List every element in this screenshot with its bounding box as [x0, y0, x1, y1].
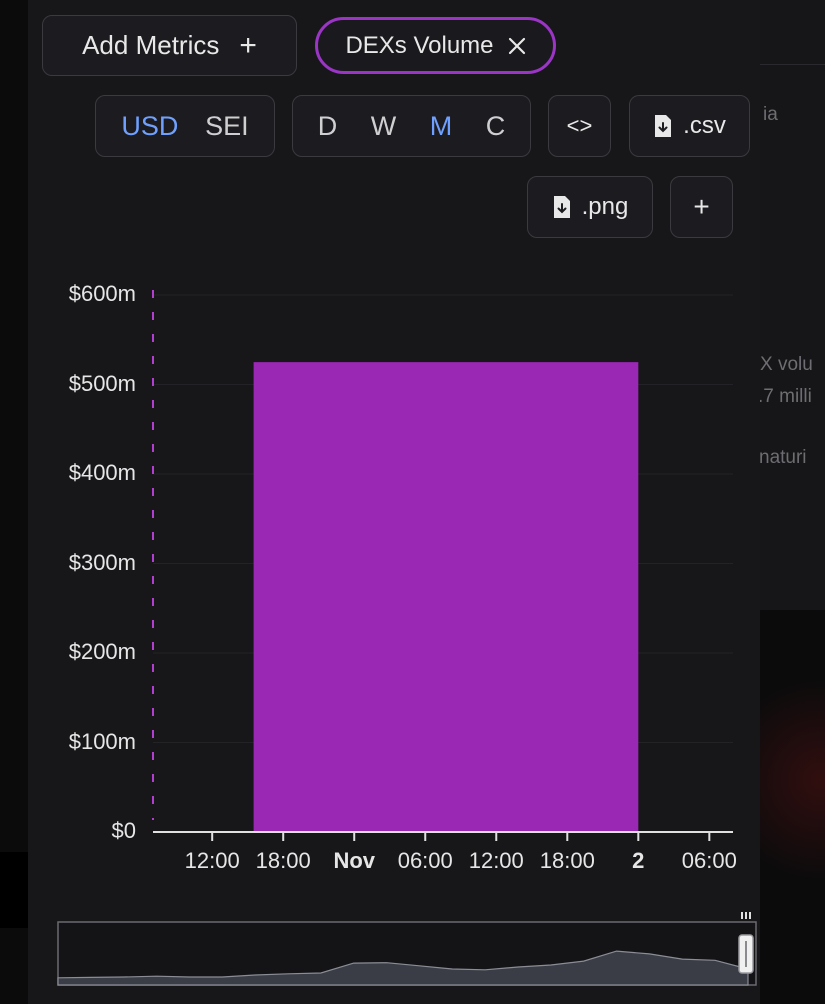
x-tick-label: 2 — [632, 848, 645, 873]
y-tick-label: $300m — [68, 549, 136, 575]
x-tick-label: 12:00 — [468, 848, 524, 873]
y-tick-label: $100m — [68, 728, 136, 754]
y-tick-label: $400m — [68, 460, 136, 485]
y-tick-label: $600m — [68, 281, 136, 306]
x-tick-label: Nov — [333, 848, 375, 873]
x-tick-label: 18:00 — [539, 848, 595, 873]
x-tick-label: 12:00 — [184, 848, 240, 873]
y-tick-label: $500m — [68, 370, 136, 396]
y-tick-label: $0 — [111, 818, 136, 843]
y-tick-label: $200m — [68, 639, 136, 664]
x-tick-label: 06:00 — [681, 848, 737, 873]
x-tick-label: 06:00 — [397, 848, 453, 873]
bar-0 — [253, 362, 639, 832]
x-tick-label: 18:00 — [255, 848, 311, 873]
